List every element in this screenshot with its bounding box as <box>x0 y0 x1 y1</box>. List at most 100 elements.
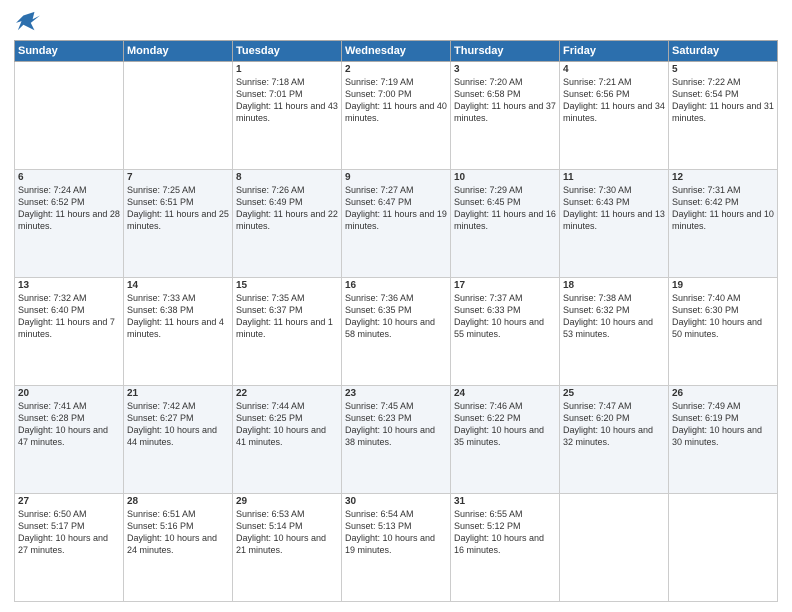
day-number: 10 <box>454 172 556 183</box>
day-info: Sunrise: 7:26 AMSunset: 6:49 PMDaylight:… <box>236 184 338 233</box>
logo-icon <box>14 10 42 34</box>
weekday-header-sunday: Sunday <box>15 41 124 62</box>
calendar-cell: 31Sunrise: 6:55 AMSunset: 5:12 PMDayligh… <box>451 494 560 602</box>
day-info: Sunrise: 7:32 AMSunset: 6:40 PMDaylight:… <box>18 292 120 341</box>
weekday-header-wednesday: Wednesday <box>342 41 451 62</box>
calendar-cell: 16Sunrise: 7:36 AMSunset: 6:35 PMDayligh… <box>342 278 451 386</box>
day-info: Sunrise: 6:54 AMSunset: 5:13 PMDaylight:… <box>345 508 447 557</box>
day-info: Sunrise: 7:27 AMSunset: 6:47 PMDaylight:… <box>345 184 447 233</box>
day-number: 6 <box>18 172 120 183</box>
day-number: 13 <box>18 280 120 291</box>
day-number: 17 <box>454 280 556 291</box>
day-number: 25 <box>563 388 665 399</box>
day-number: 8 <box>236 172 338 183</box>
page: SundayMondayTuesdayWednesdayThursdayFrid… <box>0 0 792 612</box>
calendar-cell: 8Sunrise: 7:26 AMSunset: 6:49 PMDaylight… <box>233 170 342 278</box>
day-number: 23 <box>345 388 447 399</box>
calendar-cell: 25Sunrise: 7:47 AMSunset: 6:20 PMDayligh… <box>560 386 669 494</box>
day-info: Sunrise: 7:37 AMSunset: 6:33 PMDaylight:… <box>454 292 556 341</box>
day-number: 2 <box>345 64 447 75</box>
day-info: Sunrise: 7:42 AMSunset: 6:27 PMDaylight:… <box>127 400 229 449</box>
day-info: Sunrise: 6:51 AMSunset: 5:16 PMDaylight:… <box>127 508 229 557</box>
weekday-header-monday: Monday <box>124 41 233 62</box>
day-info: Sunrise: 7:41 AMSunset: 6:28 PMDaylight:… <box>18 400 120 449</box>
calendar-cell: 29Sunrise: 6:53 AMSunset: 5:14 PMDayligh… <box>233 494 342 602</box>
day-info: Sunrise: 7:49 AMSunset: 6:19 PMDaylight:… <box>672 400 774 449</box>
day-info: Sunrise: 7:29 AMSunset: 6:45 PMDaylight:… <box>454 184 556 233</box>
day-info: Sunrise: 7:19 AMSunset: 7:00 PMDaylight:… <box>345 76 447 125</box>
day-number: 28 <box>127 496 229 507</box>
weekday-header-friday: Friday <box>560 41 669 62</box>
day-number: 12 <box>672 172 774 183</box>
day-info: Sunrise: 7:38 AMSunset: 6:32 PMDaylight:… <box>563 292 665 341</box>
day-number: 11 <box>563 172 665 183</box>
calendar-cell: 22Sunrise: 7:44 AMSunset: 6:25 PMDayligh… <box>233 386 342 494</box>
calendar-cell: 15Sunrise: 7:35 AMSunset: 6:37 PMDayligh… <box>233 278 342 386</box>
day-number: 4 <box>563 64 665 75</box>
calendar-cell: 13Sunrise: 7:32 AMSunset: 6:40 PMDayligh… <box>15 278 124 386</box>
calendar-cell: 7Sunrise: 7:25 AMSunset: 6:51 PMDaylight… <box>124 170 233 278</box>
header <box>14 10 778 34</box>
calendar-week-4: 20Sunrise: 7:41 AMSunset: 6:28 PMDayligh… <box>15 386 778 494</box>
day-info: Sunrise: 7:18 AMSunset: 7:01 PMDaylight:… <box>236 76 338 125</box>
calendar-cell: 27Sunrise: 6:50 AMSunset: 5:17 PMDayligh… <box>15 494 124 602</box>
weekday-header-thursday: Thursday <box>451 41 560 62</box>
day-number: 14 <box>127 280 229 291</box>
day-info: Sunrise: 7:47 AMSunset: 6:20 PMDaylight:… <box>563 400 665 449</box>
calendar-week-1: 1Sunrise: 7:18 AMSunset: 7:01 PMDaylight… <box>15 62 778 170</box>
day-info: Sunrise: 7:45 AMSunset: 6:23 PMDaylight:… <box>345 400 447 449</box>
calendar-cell: 2Sunrise: 7:19 AMSunset: 7:00 PMDaylight… <box>342 62 451 170</box>
calendar-week-2: 6Sunrise: 7:24 AMSunset: 6:52 PMDaylight… <box>15 170 778 278</box>
day-number: 22 <box>236 388 338 399</box>
day-info: Sunrise: 7:24 AMSunset: 6:52 PMDaylight:… <box>18 184 120 233</box>
calendar-cell <box>560 494 669 602</box>
calendar-cell: 18Sunrise: 7:38 AMSunset: 6:32 PMDayligh… <box>560 278 669 386</box>
day-info: Sunrise: 7:21 AMSunset: 6:56 PMDaylight:… <box>563 76 665 125</box>
day-number: 15 <box>236 280 338 291</box>
day-number: 1 <box>236 64 338 75</box>
calendar-cell: 23Sunrise: 7:45 AMSunset: 6:23 PMDayligh… <box>342 386 451 494</box>
calendar-cell <box>124 62 233 170</box>
day-info: Sunrise: 7:36 AMSunset: 6:35 PMDaylight:… <box>345 292 447 341</box>
calendar-week-5: 27Sunrise: 6:50 AMSunset: 5:17 PMDayligh… <box>15 494 778 602</box>
calendar-week-3: 13Sunrise: 7:32 AMSunset: 6:40 PMDayligh… <box>15 278 778 386</box>
day-number: 26 <box>672 388 774 399</box>
day-info: Sunrise: 7:33 AMSunset: 6:38 PMDaylight:… <box>127 292 229 341</box>
calendar-cell: 1Sunrise: 7:18 AMSunset: 7:01 PMDaylight… <box>233 62 342 170</box>
calendar-cell: 14Sunrise: 7:33 AMSunset: 6:38 PMDayligh… <box>124 278 233 386</box>
calendar-cell: 12Sunrise: 7:31 AMSunset: 6:42 PMDayligh… <box>669 170 778 278</box>
day-info: Sunrise: 7:35 AMSunset: 6:37 PMDaylight:… <box>236 292 338 341</box>
calendar-cell: 3Sunrise: 7:20 AMSunset: 6:58 PMDaylight… <box>451 62 560 170</box>
day-number: 19 <box>672 280 774 291</box>
day-info: Sunrise: 6:55 AMSunset: 5:12 PMDaylight:… <box>454 508 556 557</box>
calendar-cell: 24Sunrise: 7:46 AMSunset: 6:22 PMDayligh… <box>451 386 560 494</box>
calendar-cell: 19Sunrise: 7:40 AMSunset: 6:30 PMDayligh… <box>669 278 778 386</box>
calendar-cell: 4Sunrise: 7:21 AMSunset: 6:56 PMDaylight… <box>560 62 669 170</box>
day-info: Sunrise: 7:30 AMSunset: 6:43 PMDaylight:… <box>563 184 665 233</box>
day-number: 30 <box>345 496 447 507</box>
calendar-cell: 11Sunrise: 7:30 AMSunset: 6:43 PMDayligh… <box>560 170 669 278</box>
day-info: Sunrise: 7:20 AMSunset: 6:58 PMDaylight:… <box>454 76 556 125</box>
weekday-header-saturday: Saturday <box>669 41 778 62</box>
logo <box>14 10 46 34</box>
day-number: 18 <box>563 280 665 291</box>
day-info: Sunrise: 7:22 AMSunset: 6:54 PMDaylight:… <box>672 76 774 125</box>
calendar-table: SundayMondayTuesdayWednesdayThursdayFrid… <box>14 40 778 602</box>
day-info: Sunrise: 7:44 AMSunset: 6:25 PMDaylight:… <box>236 400 338 449</box>
calendar-cell: 9Sunrise: 7:27 AMSunset: 6:47 PMDaylight… <box>342 170 451 278</box>
day-number: 29 <box>236 496 338 507</box>
day-info: Sunrise: 7:31 AMSunset: 6:42 PMDaylight:… <box>672 184 774 233</box>
day-number: 27 <box>18 496 120 507</box>
day-number: 16 <box>345 280 447 291</box>
weekday-header-tuesday: Tuesday <box>233 41 342 62</box>
day-number: 21 <box>127 388 229 399</box>
calendar-cell <box>669 494 778 602</box>
day-number: 3 <box>454 64 556 75</box>
day-info: Sunrise: 6:50 AMSunset: 5:17 PMDaylight:… <box>18 508 120 557</box>
calendar-cell: 6Sunrise: 7:24 AMSunset: 6:52 PMDaylight… <box>15 170 124 278</box>
calendar-cell: 30Sunrise: 6:54 AMSunset: 5:13 PMDayligh… <box>342 494 451 602</box>
day-info: Sunrise: 7:46 AMSunset: 6:22 PMDaylight:… <box>454 400 556 449</box>
calendar-cell: 10Sunrise: 7:29 AMSunset: 6:45 PMDayligh… <box>451 170 560 278</box>
calendar-cell: 26Sunrise: 7:49 AMSunset: 6:19 PMDayligh… <box>669 386 778 494</box>
day-info: Sunrise: 7:25 AMSunset: 6:51 PMDaylight:… <box>127 184 229 233</box>
